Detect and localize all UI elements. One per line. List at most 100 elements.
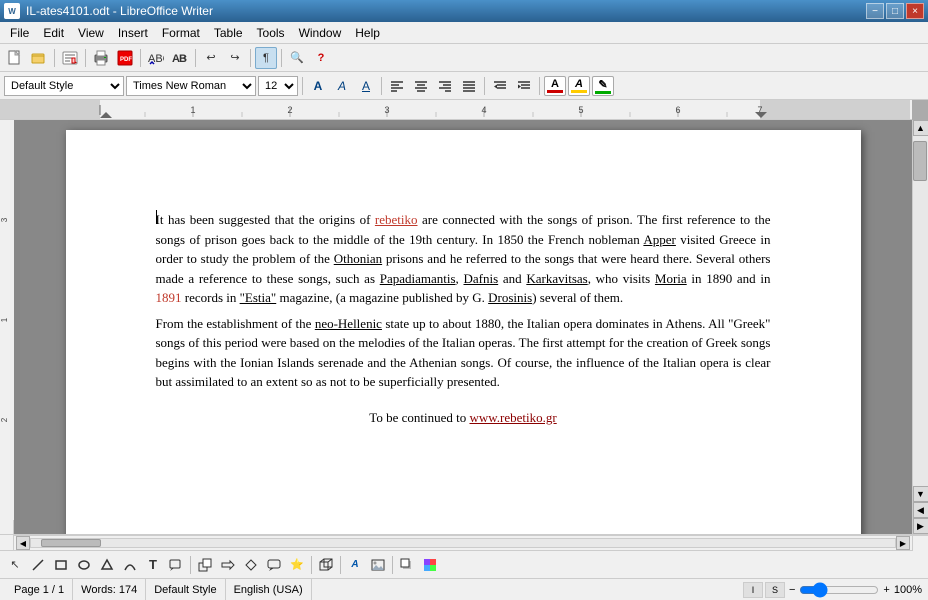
scroll-h-thumb[interactable]: [41, 539, 101, 547]
scroll-right-button[interactable]: ▶: [896, 536, 910, 550]
svg-text:3: 3: [0, 217, 9, 222]
horizontal-scrollbar[interactable]: ◀ ▶: [14, 535, 912, 550]
zoom-button[interactable]: 🔍: [286, 47, 308, 69]
word-dafnis: Dafnis: [464, 271, 499, 286]
basic-shapes-button[interactable]: [194, 554, 216, 576]
language-text: English (USA): [234, 584, 303, 596]
new-button[interactable]: [4, 47, 26, 69]
close-button[interactable]: ×: [906, 3, 924, 19]
outdent-button[interactable]: [489, 76, 511, 96]
indent-button[interactable]: [513, 76, 535, 96]
word-apper: Apper: [643, 232, 676, 247]
select-mode-btn[interactable]: S: [765, 582, 785, 598]
shadow-button[interactable]: [396, 554, 418, 576]
left-ruler: 1 2 3: [0, 120, 14, 534]
ellipse-tool[interactable]: [73, 554, 95, 576]
menu-edit[interactable]: Edit: [37, 24, 70, 42]
menu-insert[interactable]: Insert: [112, 24, 154, 42]
word-moria: Moria: [655, 271, 687, 286]
website-url[interactable]: www.rebetiko.gr: [469, 410, 556, 425]
corner-left: [0, 535, 14, 550]
style-select[interactable]: Default Style: [4, 76, 124, 96]
spellcheck-button[interactable]: ABC: [145, 47, 167, 69]
toggle-formatting[interactable]: ¶: [255, 47, 277, 69]
word-1891: 1891: [156, 290, 182, 305]
bold-button[interactable]: A: [307, 76, 329, 96]
minimize-button[interactable]: −: [866, 3, 884, 19]
scroll-next-button[interactable]: ▶: [913, 518, 928, 534]
font-select[interactable]: Times New Roman: [126, 76, 256, 96]
callouts-button[interactable]: [263, 554, 285, 576]
undo-button[interactable]: ↩: [200, 47, 222, 69]
font-size-select[interactable]: 12: [258, 76, 298, 96]
highlight-color-button[interactable]: A: [568, 76, 590, 96]
callout-tool[interactable]: [165, 554, 187, 576]
word-papadiamantis: Papadiamantis: [380, 271, 456, 286]
menu-window[interactable]: Window: [293, 24, 348, 42]
align-center-button[interactable]: [410, 76, 432, 96]
toolbar-sep-6: [281, 49, 282, 67]
align-left-button[interactable]: [386, 76, 408, 96]
align-justify-button[interactable]: [458, 76, 480, 96]
document-page[interactable]: It has been suggested that the origins o…: [66, 130, 861, 534]
flowchart-button[interactable]: [240, 554, 262, 576]
redo-button[interactable]: ↪: [224, 47, 246, 69]
polygon-tool[interactable]: [96, 554, 118, 576]
paragraph-2: From the establishment of the neo-Hellen…: [156, 314, 771, 392]
paragraph-1: It has been suggested that the origins o…: [156, 210, 771, 308]
menu-file[interactable]: File: [4, 24, 35, 42]
menu-view[interactable]: View: [72, 24, 110, 42]
menu-format[interactable]: Format: [156, 24, 206, 42]
corner-right: [912, 535, 928, 551]
scroll-down-button[interactable]: ▼: [913, 486, 928, 502]
word-count-text: Words: 174: [81, 584, 137, 596]
content-area: 1 2 3 It has been suggested that the ori…: [0, 120, 928, 534]
scroll-track[interactable]: [913, 136, 928, 486]
document-area[interactable]: It has been suggested that the origins o…: [14, 120, 912, 534]
color-fill-button[interactable]: [419, 554, 441, 576]
text-tool[interactable]: T: [142, 554, 164, 576]
menu-help[interactable]: Help: [349, 24, 386, 42]
style-indicator: Default Style: [146, 579, 225, 600]
zoom-plus[interactable]: +: [883, 584, 889, 596]
edit-button[interactable]: [59, 47, 81, 69]
pdf-button[interactable]: PDF: [114, 47, 136, 69]
scroll-prev-button[interactable]: ◀: [913, 502, 928, 518]
curve-tool[interactable]: [119, 554, 141, 576]
rect-tool[interactable]: [50, 554, 72, 576]
autocorrect-button[interactable]: AB: [169, 47, 191, 69]
line-tool[interactable]: [27, 554, 49, 576]
italic-button[interactable]: A: [331, 76, 353, 96]
maximize-button[interactable]: □: [886, 3, 904, 19]
insert-pic-button[interactable]: [367, 554, 389, 576]
stars-button[interactable]: ⭐: [286, 554, 308, 576]
page-count-text: Page 1 / 1: [14, 584, 64, 596]
block-arrows-button[interactable]: [217, 554, 239, 576]
zoom-minus[interactable]: −: [789, 584, 795, 596]
insert-mode-btn[interactable]: I: [743, 582, 763, 598]
menu-table[interactable]: Table: [208, 24, 249, 42]
underline-button[interactable]: A: [355, 76, 377, 96]
extrusion-button[interactable]: [315, 554, 337, 576]
print-button[interactable]: [90, 47, 112, 69]
scroll-h-track[interactable]: [30, 538, 896, 548]
zoom-slider[interactable]: [799, 584, 879, 596]
word-drosinis: Drosinis: [488, 290, 532, 305]
scroll-thumb[interactable]: [913, 141, 927, 181]
title-bar-buttons[interactable]: − □ ×: [866, 3, 924, 19]
char-highlight-button[interactable]: ✎: [592, 76, 614, 96]
toolbar-sep-5: [250, 49, 251, 67]
pointer-tool[interactable]: ↖: [4, 554, 26, 576]
font-color-button[interactable]: A: [544, 76, 566, 96]
draw-sep-4: [392, 556, 393, 574]
align-right-button[interactable]: [434, 76, 456, 96]
vertical-scrollbar[interactable]: ▲ ▼ ◀ ▶: [912, 120, 928, 534]
scroll-left-button[interactable]: ◀: [16, 536, 30, 550]
menu-tools[interactable]: Tools: [251, 24, 291, 42]
scroll-up-button[interactable]: ▲: [913, 120, 928, 136]
fontwork-button[interactable]: A: [344, 554, 366, 576]
fmt-sep-3: [484, 77, 485, 95]
open-button[interactable]: [28, 47, 50, 69]
paragraph-continued: To be continued to www.rebetiko.gr: [156, 408, 771, 428]
help-button[interactable]: ?: [310, 47, 332, 69]
